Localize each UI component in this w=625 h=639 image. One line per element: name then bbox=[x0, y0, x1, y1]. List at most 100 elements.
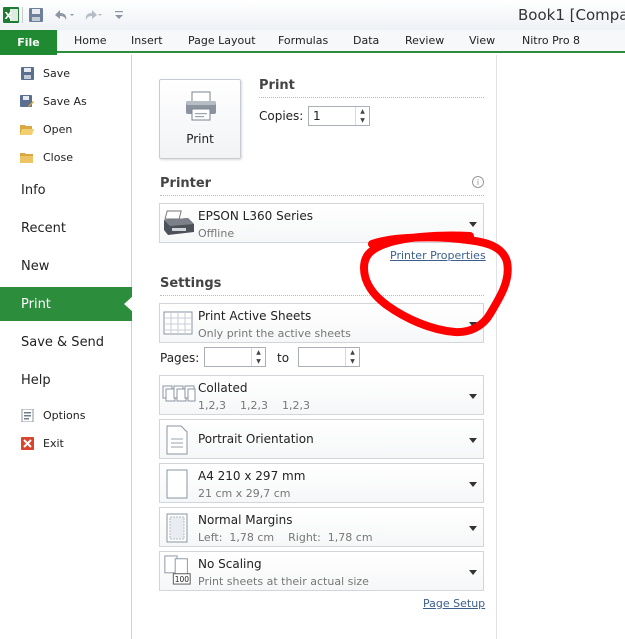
divider bbox=[259, 97, 484, 98]
tab-home[interactable]: Home bbox=[74, 34, 106, 47]
chevron-down-icon bbox=[469, 438, 477, 443]
save-as-icon bbox=[20, 94, 34, 108]
portrait-icon bbox=[166, 425, 188, 455]
paper-icon bbox=[166, 469, 188, 499]
scaling-sub: Print sheets at their actual size bbox=[198, 575, 369, 588]
excel-icon[interactable]: X bbox=[3, 6, 19, 24]
nav-new[interactable]: New bbox=[0, 249, 132, 283]
chevron-down-icon bbox=[469, 570, 477, 575]
margins-dropdown[interactable]: Normal Margins Left: 1,78 cm Right: 1,78… bbox=[159, 507, 484, 547]
stepper-arrows-icon[interactable]: ▲ ▼ bbox=[345, 348, 359, 366]
nav-save-send[interactable]: Save & Send bbox=[0, 325, 132, 359]
tab-formulas[interactable]: Formulas bbox=[278, 34, 328, 47]
separator bbox=[22, 7, 23, 23]
stepper-arrows-icon[interactable]: ▲ ▼ bbox=[251, 348, 265, 366]
collation-dropdown[interactable]: Collated 1,2,3 1,2,3 1,2,3 bbox=[159, 375, 484, 415]
copies-label: Copies: bbox=[259, 109, 304, 123]
pages-label: Pages: bbox=[160, 351, 200, 365]
ribbon-tabs: Home Insert Page Layout Formulas Data Re… bbox=[0, 30, 625, 53]
nav-exit-label: Exit bbox=[43, 436, 64, 450]
nav-open[interactable]: Open bbox=[0, 117, 132, 141]
nav-save-as-label: Save As bbox=[43, 94, 87, 108]
nav-options[interactable]: Options bbox=[0, 403, 132, 427]
copies-value: 1 bbox=[313, 109, 321, 123]
paper-size-dropdown[interactable]: A4 210 x 297 mm 21 cm x 29,7 cm bbox=[159, 463, 484, 503]
customize-icon[interactable] bbox=[113, 6, 125, 24]
nav-close-label: Close bbox=[43, 150, 73, 164]
printer-name: EPSON L360 Series bbox=[198, 209, 313, 223]
printer-status: Offline bbox=[198, 227, 235, 240]
title-bar: X Book1 [Compat bbox=[0, 0, 625, 30]
pages-to-stepper[interactable]: ▲ ▼ bbox=[298, 347, 360, 367]
save-icon[interactable] bbox=[28, 6, 44, 24]
orientation-dropdown[interactable]: Portrait Orientation bbox=[159, 419, 484, 459]
nav-options-label: Options bbox=[43, 408, 86, 422]
tab-view[interactable]: View bbox=[469, 34, 495, 47]
paper-size-label: A4 210 x 297 mm bbox=[198, 469, 306, 483]
redo-icon[interactable] bbox=[82, 6, 106, 24]
tab-nitro-pro[interactable]: Nitro Pro 8 bbox=[522, 34, 580, 47]
scaling-icon-text: 100 bbox=[175, 575, 190, 584]
chevron-down-icon bbox=[469, 482, 477, 487]
margins-icon bbox=[166, 513, 188, 543]
collated-icon bbox=[162, 385, 196, 402]
save-icon bbox=[20, 66, 34, 80]
excel-backstage-window: X Book1 [Compat File Home Insert Page La… bbox=[0, 0, 625, 639]
nav-print[interactable]: Print bbox=[0, 287, 133, 321]
chevron-down-icon bbox=[469, 526, 477, 531]
tab-page-layout[interactable]: Page Layout bbox=[188, 34, 256, 47]
stepper-arrows-icon[interactable]: ▲ ▼ bbox=[355, 107, 369, 125]
printer-properties-link[interactable]: Printer Properties bbox=[390, 249, 486, 262]
undo-icon[interactable] bbox=[52, 6, 76, 24]
paper-size-sub: 21 cm x 29,7 cm bbox=[198, 487, 291, 500]
nav-open-label: Open bbox=[43, 122, 73, 136]
chevron-down-icon bbox=[469, 322, 477, 327]
print-button-label: Print bbox=[186, 132, 214, 146]
printer-dropdown[interactable]: EPSON L360 Series Offline bbox=[159, 203, 484, 243]
tab-insert[interactable]: Insert bbox=[131, 34, 163, 47]
orientation-label: Portrait Orientation bbox=[198, 432, 314, 446]
svg-text:X: X bbox=[5, 11, 13, 22]
collation-label: Collated bbox=[198, 381, 248, 395]
pages-from-stepper[interactable]: ▲ ▼ bbox=[204, 347, 266, 367]
print-button[interactable]: Print bbox=[159, 79, 241, 159]
chevron-down-icon bbox=[469, 222, 477, 227]
scaling-dropdown[interactable]: 100 No Scaling Print sheets at their act… bbox=[159, 551, 484, 591]
exit-icon bbox=[20, 436, 34, 450]
printer-section-title: Printer bbox=[160, 176, 212, 191]
window-title: Book1 [Compat bbox=[518, 6, 625, 24]
scaling-icon: 100 bbox=[164, 555, 191, 585]
nav-save[interactable]: Save bbox=[0, 61, 132, 85]
tab-file[interactable]: File bbox=[0, 30, 57, 55]
backstage-nav: Save Save As Open Close Info Recent New … bbox=[0, 55, 133, 639]
nav-exit[interactable]: Exit bbox=[0, 431, 132, 455]
options-icon bbox=[20, 408, 34, 422]
folder-open-icon bbox=[20, 122, 34, 136]
print-what-dropdown[interactable]: Print Active Sheets Only print the activ… bbox=[159, 303, 484, 343]
tab-review[interactable]: Review bbox=[405, 34, 444, 47]
nav-recent[interactable]: Recent bbox=[0, 211, 132, 245]
tab-data[interactable]: Data bbox=[353, 34, 379, 47]
nav-save-as[interactable]: Save As bbox=[0, 89, 132, 113]
printer-icon bbox=[186, 91, 216, 121]
nav-save-label: Save bbox=[43, 66, 71, 80]
scaling-label: No Scaling bbox=[198, 557, 262, 571]
margins-sub: Left: 1,78 cm Right: 1,78 cm bbox=[198, 531, 373, 544]
sheets-icon bbox=[163, 311, 193, 335]
info-icon[interactable]: i bbox=[472, 176, 484, 188]
nav-close[interactable]: Close bbox=[0, 145, 132, 169]
page-setup-link[interactable]: Page Setup bbox=[423, 597, 485, 610]
nav-info[interactable]: Info bbox=[0, 173, 132, 207]
pages-to-label: to bbox=[277, 351, 290, 365]
chevron-down-icon bbox=[469, 394, 477, 399]
copies-stepper[interactable]: 1 ▲ ▼ bbox=[308, 106, 370, 126]
divider bbox=[160, 295, 484, 296]
collation-sub: 1,2,3 1,2,3 1,2,3 bbox=[198, 399, 310, 412]
nav-help[interactable]: Help bbox=[0, 363, 132, 397]
print-what-label: Print Active Sheets bbox=[198, 309, 312, 323]
print-what-sub: Only print the active sheets bbox=[198, 327, 351, 340]
settings-section-title: Settings bbox=[160, 276, 222, 291]
print-section-title: Print bbox=[259, 78, 295, 93]
folder-close-icon bbox=[20, 150, 34, 164]
divider bbox=[160, 195, 484, 196]
